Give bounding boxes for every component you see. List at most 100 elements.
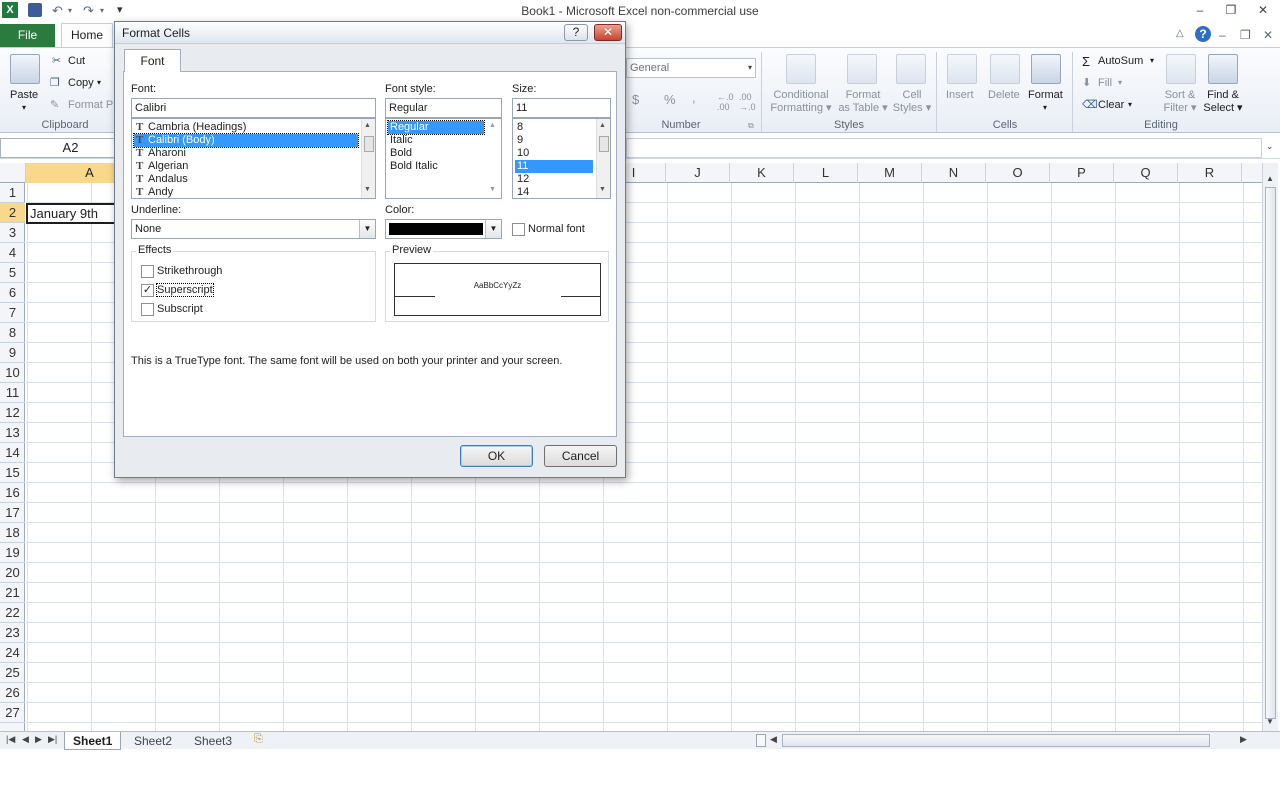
font-input[interactable]: Calibri bbox=[131, 98, 376, 118]
scroll-down-icon[interactable]: ▼ bbox=[364, 186, 371, 193]
column-header-l[interactable]: L bbox=[794, 163, 858, 183]
row-header[interactable]: 27 bbox=[0, 703, 25, 723]
normal-font-label[interactable]: Normal font bbox=[528, 223, 585, 235]
color-dropdown[interactable]: ▼ bbox=[385, 219, 502, 239]
dialog-title-bar[interactable]: Format Cells ? ✕ bbox=[115, 22, 625, 44]
row-header[interactable]: 16 bbox=[0, 483, 25, 503]
format-as-table-button[interactable]: Format as Table ▾ bbox=[838, 89, 888, 114]
row-header[interactable]: 19 bbox=[0, 543, 25, 563]
underline-dropdown[interactable]: None ▼ bbox=[131, 219, 376, 239]
insert-cells-icon[interactable] bbox=[947, 54, 977, 84]
minimize-button[interactable]: – bbox=[1189, 2, 1211, 18]
list-item[interactable]: T Andy bbox=[134, 186, 358, 198]
select-all-corner[interactable] bbox=[0, 163, 26, 183]
decrease-decimal-button[interactable]: .00 →.0 bbox=[739, 92, 756, 112]
list-item[interactable]: 8 bbox=[515, 121, 593, 134]
row-header[interactable]: 6 bbox=[0, 283, 25, 303]
subscript-checkbox[interactable] bbox=[141, 303, 154, 316]
sort-filter-icon[interactable] bbox=[1166, 54, 1196, 84]
workbook-minimize-icon[interactable]: – bbox=[1219, 28, 1226, 42]
first-sheet-icon[interactable]: |◀ bbox=[6, 734, 15, 745]
list-item[interactable]: T Calibri (Body) bbox=[133, 133, 359, 148]
dialog-close-button[interactable]: ✕ bbox=[594, 24, 622, 41]
strikethrough-label[interactable]: Strikethrough bbox=[157, 265, 222, 277]
font-list[interactable]: T Cambria (Headings) T Calibri (Body) T Aha… bbox=[131, 118, 376, 199]
font-style-input[interactable]: Regular bbox=[385, 98, 502, 118]
next-sheet-icon[interactable]: ▶ bbox=[35, 734, 42, 745]
sheet-tab-sheet3[interactable]: Sheet3 bbox=[186, 732, 240, 750]
scroll-up-icon[interactable]: ▲ bbox=[599, 122, 606, 129]
scroll-up-icon[interactable]: ▲ bbox=[489, 122, 496, 129]
list-item[interactable]: 14 bbox=[515, 186, 593, 198]
workbook-restore-icon[interactable]: ❐ bbox=[1240, 28, 1251, 42]
cell-styles-button[interactable]: Cell Styles ▾ bbox=[892, 89, 932, 114]
scroll-right-icon[interactable]: ▶ bbox=[1240, 734, 1247, 745]
minimize-ribbon-icon[interactable]: △ bbox=[1176, 28, 1184, 39]
font-style-list-scrollbar[interactable]: ▲ ▼ bbox=[487, 119, 501, 198]
row-header[interactable]: 21 bbox=[0, 583, 25, 603]
row-header[interactable]: 26 bbox=[0, 683, 25, 703]
paste-icon[interactable] bbox=[10, 54, 40, 84]
conditional-formatting-button[interactable]: Conditional Formatting ▾ bbox=[770, 89, 832, 114]
row-header[interactable]: 9 bbox=[0, 343, 25, 363]
row-header[interactable]: 20 bbox=[0, 563, 25, 583]
size-input[interactable]: 11 bbox=[512, 98, 611, 118]
sort-filter-button[interactable]: Sort & Filter ▾ bbox=[1162, 89, 1198, 114]
delete-cells-button[interactable]: Delete bbox=[988, 89, 1020, 101]
row-header[interactable]: 22 bbox=[0, 603, 25, 623]
scroll-down-icon[interactable]: ▼ bbox=[599, 186, 606, 193]
row-header[interactable]: 17 bbox=[0, 503, 25, 523]
row-header[interactable]: 7 bbox=[0, 303, 25, 323]
close-window-button[interactable]: ✕ bbox=[1252, 2, 1274, 18]
paste-dropdown-icon[interactable]: ▾ bbox=[22, 103, 26, 112]
size-list[interactable]: 8 9 10 11 12 14 ▲ ▼ bbox=[512, 118, 611, 199]
tab-home[interactable]: Home bbox=[61, 23, 113, 48]
tab-font[interactable]: Font bbox=[124, 49, 181, 72]
scroll-down-icon[interactable]: ▼ bbox=[489, 186, 496, 193]
row-header[interactable]: 4 bbox=[0, 243, 25, 263]
clear-dropdown-icon[interactable]: ▾ bbox=[1128, 100, 1132, 109]
list-item[interactable]: T Algerian bbox=[134, 160, 358, 173]
list-item[interactable]: T Aharoni bbox=[134, 147, 358, 160]
workbook-close-icon[interactable]: ✕ bbox=[1263, 28, 1273, 42]
fill-dropdown-icon[interactable]: ▾ bbox=[1118, 78, 1122, 87]
expand-formula-bar-icon[interactable]: ⌄ bbox=[1266, 141, 1274, 152]
currency-button[interactable]: $ bbox=[632, 92, 639, 107]
copy-button[interactable]: Copy bbox=[68, 77, 94, 89]
list-item[interactable]: Italic bbox=[388, 134, 484, 147]
row-header[interactable]: 13 bbox=[0, 423, 25, 443]
scroll-down-icon[interactable]: ▼ bbox=[1266, 717, 1274, 726]
maximize-button[interactable]: ❐ bbox=[1220, 2, 1242, 18]
row-header[interactable]: 25 bbox=[0, 663, 25, 683]
scroll-up-icon[interactable]: ▲ bbox=[364, 122, 371, 129]
list-item[interactable]: 12 bbox=[515, 173, 593, 186]
row-header[interactable]: 8 bbox=[0, 323, 25, 343]
horizontal-scroll-thumb[interactable] bbox=[782, 734, 1210, 747]
list-item[interactable]: Bold bbox=[388, 147, 484, 160]
list-item[interactable]: 11 bbox=[515, 160, 593, 173]
row-header[interactable]: 3 bbox=[0, 223, 25, 243]
font-list-scrollbar[interactable]: ▲ ▼ bbox=[361, 119, 375, 198]
conditional-formatting-icon[interactable] bbox=[786, 54, 816, 84]
last-sheet-icon[interactable]: ▶| bbox=[48, 734, 57, 745]
scroll-thumb[interactable] bbox=[364, 136, 374, 152]
row-header[interactable]: 5 bbox=[0, 263, 25, 283]
paste-button[interactable]: Paste bbox=[10, 89, 38, 101]
sheet-tab-sheet2[interactable]: Sheet2 bbox=[126, 732, 180, 750]
number-dialog-launcher-icon[interactable]: ⧉ bbox=[748, 121, 754, 131]
fill-button[interactable]: Fill bbox=[1098, 77, 1112, 89]
number-format-dropdown[interactable]: General ▾ bbox=[626, 58, 756, 78]
vertical-scroll-thumb[interactable] bbox=[1265, 187, 1276, 719]
formula-input[interactable] bbox=[626, 138, 1262, 158]
list-item[interactable]: 9 bbox=[515, 134, 593, 147]
scroll-thumb[interactable] bbox=[599, 136, 609, 152]
row-header[interactable]: 12 bbox=[0, 403, 25, 423]
binoculars-icon[interactable] bbox=[1208, 54, 1238, 84]
autosum-button[interactable]: AutoSum bbox=[1098, 55, 1143, 67]
format-painter-button[interactable]: Format P bbox=[68, 99, 113, 111]
row-header[interactable]: 24 bbox=[0, 643, 25, 663]
list-item[interactable]: 10 bbox=[515, 147, 593, 160]
row-header[interactable]: 14 bbox=[0, 443, 25, 463]
clear-button[interactable]: Clear bbox=[1098, 99, 1124, 111]
ok-button[interactable]: OK bbox=[460, 445, 533, 467]
